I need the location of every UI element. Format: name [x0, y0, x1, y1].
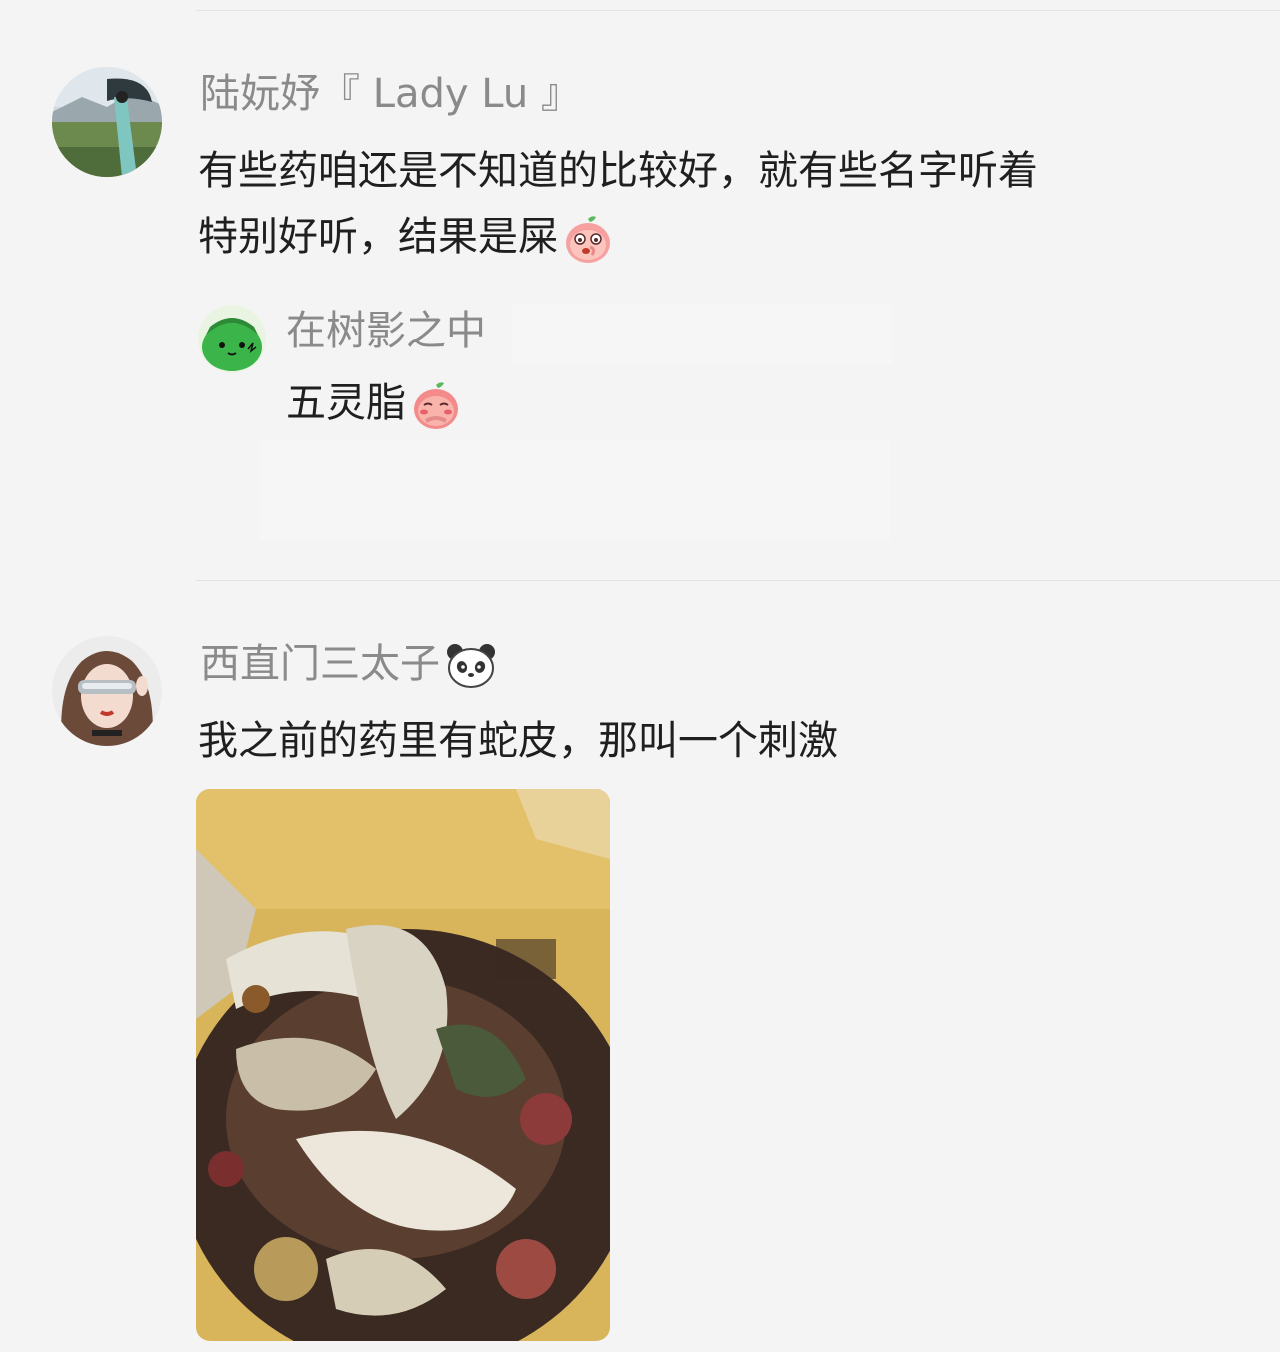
redacted-region — [260, 440, 890, 540]
comment-text-line: 特别好听，结果是屎 — [198, 204, 614, 270]
reply-username[interactable]: 在树影之中 — [286, 311, 486, 351]
comment-text-line: 有些药咱还是不知道的比较好，就有些名字听着 — [198, 138, 1038, 204]
comment-divider — [196, 580, 1280, 581]
avatar-image — [52, 636, 162, 746]
panda-icon — [446, 643, 496, 689]
comment-text-line: 我之前的药里有蛇皮，那叫一个刺激 — [198, 708, 838, 774]
peach-surprised-sticker-icon — [562, 213, 614, 265]
commenter-avatar[interactable] — [52, 636, 162, 746]
reply-text-line: 五灵脂 — [286, 370, 462, 436]
redacted-region — [512, 305, 892, 365]
commenter-username[interactable]: 西直门三太子 — [200, 643, 496, 689]
commenter-username-text: 西直门三太子 — [200, 641, 440, 687]
herbal-medicine-photo[interactable] — [196, 789, 610, 1341]
peach-shy-sticker-icon — [410, 379, 462, 431]
comment-text-part: 有些药咱还是不知道的比较好，就有些名字听着 — [198, 148, 1038, 194]
top-divider — [196, 10, 1280, 11]
avatar-image — [198, 305, 266, 373]
avatar-image — [52, 67, 162, 177]
commenter-username[interactable]: 陆妧妤『 Lady Lu 』 — [200, 74, 581, 114]
reply-avatar[interactable] — [198, 305, 266, 373]
photo-image — [196, 789, 610, 1341]
commenter-avatar[interactable] — [52, 67, 162, 177]
comment-text-part: 特别好听，结果是屎 — [198, 214, 558, 260]
comment-text-part: 我之前的药里有蛇皮，那叫一个刺激 — [198, 718, 838, 764]
reply-text-part: 五灵脂 — [286, 380, 406, 426]
